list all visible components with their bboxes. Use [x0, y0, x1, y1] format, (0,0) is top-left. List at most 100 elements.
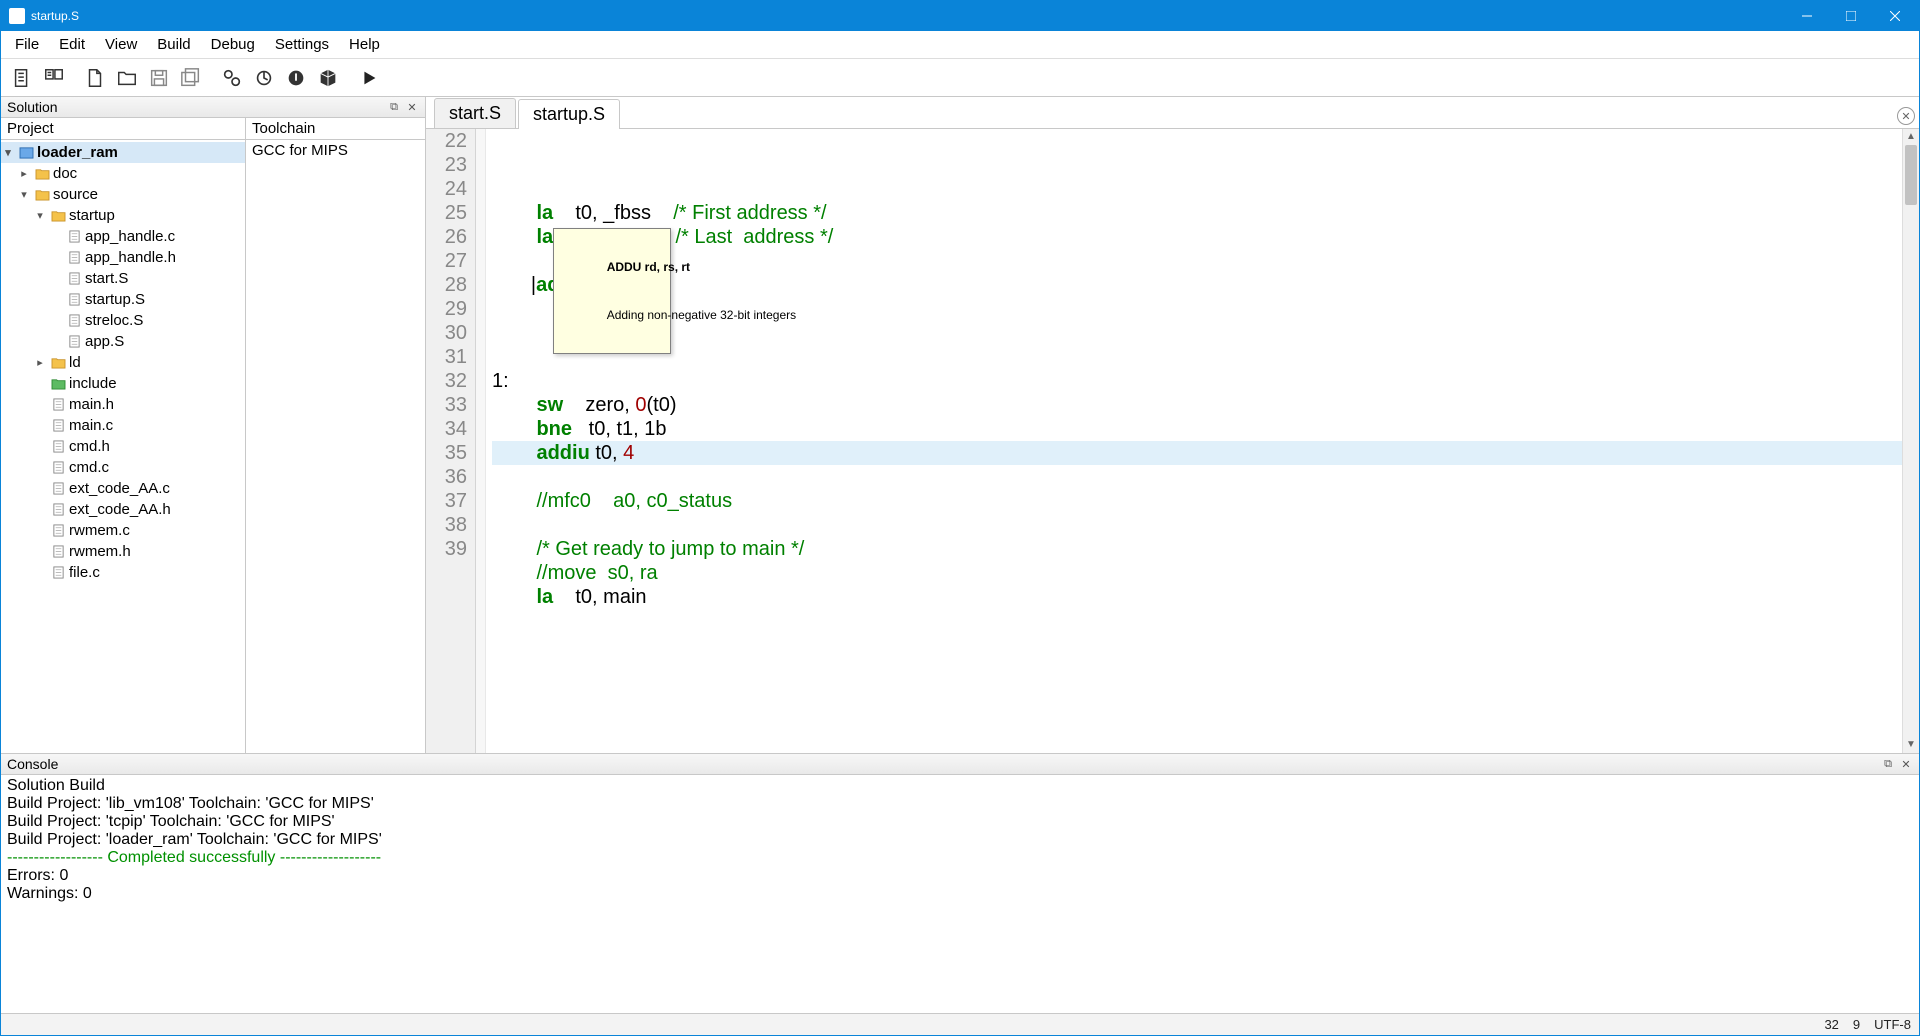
- body-area: Solution ⧉ ✕ Project Toolchain ▾loader_r…: [1, 97, 1919, 1013]
- project-columns-header: Project Toolchain: [1, 118, 425, 140]
- panel-pin-icon[interactable]: ⧉: [387, 100, 401, 114]
- open-file-button[interactable]: [80, 63, 110, 93]
- window-title: startup.S: [31, 9, 1785, 23]
- solution-title-label: Solution: [7, 99, 58, 115]
- tree-item-startup[interactable]: ▾startup: [1, 205, 245, 226]
- save-all-button[interactable]: [176, 63, 206, 93]
- save-button[interactable]: [144, 63, 174, 93]
- run-button[interactable]: [354, 63, 384, 93]
- maximize-button[interactable]: [1829, 2, 1873, 30]
- tree-item-main-h[interactable]: main.h: [1, 394, 245, 415]
- titlebar: startup.S: [1, 1, 1919, 31]
- tree-item-app_handle-h[interactable]: app_handle.h: [1, 247, 245, 268]
- code-line-34[interactable]: //mfc0 a0, c0_status: [492, 489, 1902, 513]
- solution-panel: Solution ⧉ ✕ Project Toolchain ▾loader_r…: [1, 97, 426, 753]
- tree-item-doc[interactable]: ▸doc: [1, 163, 245, 184]
- status-line: 32: [1824, 1017, 1838, 1032]
- code-line-38[interactable]: la t0, main: [492, 585, 1902, 609]
- main-split: Solution ⧉ ✕ Project Toolchain ▾loader_r…: [1, 97, 1919, 753]
- menu-debug[interactable]: Debug: [201, 32, 265, 57]
- console-line: Solution Build: [7, 777, 1913, 795]
- scroll-down-icon[interactable]: ▼: [1903, 737, 1919, 753]
- tree-item-startup-S[interactable]: startup.S: [1, 289, 245, 310]
- editor-scrollbar[interactable]: ▲ ▼: [1902, 129, 1919, 753]
- menu-view[interactable]: View: [95, 32, 147, 57]
- app-icon: [9, 8, 25, 24]
- console-title-label: Console: [7, 756, 58, 772]
- close-button[interactable]: [1873, 2, 1917, 30]
- console-line: Errors: 0: [7, 867, 1913, 885]
- toolchain-value: GCC for MIPS: [246, 140, 425, 753]
- open-folder-button[interactable]: [112, 63, 142, 93]
- app-window: startup.S FileEditViewBuildDebugSettings…: [0, 0, 1920, 1036]
- code-line-29[interactable]: 1:: [492, 369, 1902, 393]
- tree-item-main-c[interactable]: main.c: [1, 415, 245, 436]
- tree-item-start-S[interactable]: start.S: [1, 268, 245, 289]
- menu-help[interactable]: Help: [339, 32, 390, 57]
- scroll-thumb[interactable]: [1905, 145, 1917, 205]
- code-area[interactable]: 222324252627282930313233343536373839 ADD…: [426, 129, 1919, 753]
- tree-item-app-S[interactable]: app.S: [1, 331, 245, 352]
- tree-item-source[interactable]: ▾source: [1, 184, 245, 205]
- code-line-31[interactable]: bne t0, t1, 1b: [492, 417, 1902, 441]
- line-gutter: 222324252627282930313233343536373839: [426, 129, 476, 753]
- console-line: Warnings: 0: [7, 885, 1913, 903]
- menu-settings[interactable]: Settings: [265, 32, 339, 57]
- rebuild-button[interactable]: [249, 63, 279, 93]
- tab-startup-S[interactable]: startup.S: [518, 99, 620, 129]
- code-line-25[interactable]: |addu t1, 3: [492, 273, 1902, 297]
- code-line-39[interactable]: [492, 609, 1902, 633]
- code-line-23[interactable]: la t1, _end /* Last address */: [492, 225, 1902, 249]
- tree-item-rwmem-c[interactable]: rwmem.c: [1, 520, 245, 541]
- scroll-up-icon[interactable]: ▲: [1903, 129, 1919, 145]
- code-body[interactable]: ADDU rd, rs, rt Adding non-negative 32-b…: [486, 129, 1902, 753]
- clean-button[interactable]: [281, 63, 311, 93]
- code-line-33[interactable]: [492, 465, 1902, 489]
- code-line-37[interactable]: //move s0, ra: [492, 561, 1902, 585]
- tree-item-ld[interactable]: ▸ld: [1, 352, 245, 373]
- new-file-button[interactable]: [7, 63, 37, 93]
- status-encoding: UTF-8: [1874, 1017, 1911, 1032]
- project-tree[interactable]: ▾loader_ram▸doc▾source▾startupapp_handle…: [1, 140, 246, 753]
- tree-item-include[interactable]: include: [1, 373, 245, 394]
- package-button[interactable]: [313, 63, 343, 93]
- menu-edit[interactable]: Edit: [49, 32, 95, 57]
- code-line-36[interactable]: /* Get ready to jump to main */: [492, 537, 1902, 561]
- status-col: 9: [1853, 1017, 1860, 1032]
- tree-item-cmd-h[interactable]: cmd.h: [1, 436, 245, 457]
- tree-item-app_handle-c[interactable]: app_handle.c: [1, 226, 245, 247]
- menu-file[interactable]: File: [5, 32, 49, 57]
- tree-item-file-c[interactable]: file.c: [1, 562, 245, 583]
- console-line: Build Project: 'tcpip' Toolchain: 'GCC f…: [7, 813, 1913, 831]
- code-line-32[interactable]: addiu t0, 4: [492, 441, 1902, 465]
- code-line-22[interactable]: la t0, _fbss /* First address */: [492, 201, 1902, 225]
- tab-start-S[interactable]: start.S: [434, 98, 516, 128]
- tree-item-streloc-S[interactable]: streloc.S: [1, 310, 245, 331]
- toolbar: [1, 59, 1919, 97]
- solution-panel-title: Solution ⧉ ✕: [1, 97, 425, 118]
- tree-item-ext_code_AA-h[interactable]: ext_code_AA.h: [1, 499, 245, 520]
- code-line-35[interactable]: [492, 513, 1902, 537]
- menu-build[interactable]: Build: [147, 32, 200, 57]
- code-line-27[interactable]: t2: [492, 321, 1902, 345]
- console-pin-icon[interactable]: ⧉: [1881, 757, 1895, 771]
- code-line-28[interactable]: [492, 345, 1902, 369]
- fold-strip: [476, 129, 486, 753]
- minimize-button[interactable]: [1785, 2, 1829, 30]
- tree-item-cmd-c[interactable]: cmd.c: [1, 457, 245, 478]
- build-button[interactable]: [217, 63, 247, 93]
- tree-item-loader_ram[interactable]: ▾loader_ram: [1, 142, 245, 163]
- tooltip-title: ADDU rd, rs, rt: [607, 260, 690, 274]
- console-close-icon[interactable]: ✕: [1899, 757, 1913, 771]
- code-line-24[interactable]: [492, 249, 1902, 273]
- tabs-close-icon[interactable]: ✕: [1897, 107, 1915, 125]
- tree-item-rwmem-h[interactable]: rwmem.h: [1, 541, 245, 562]
- tree-item-ext_code_AA-c[interactable]: ext_code_AA.c: [1, 478, 245, 499]
- new-project-button[interactable]: [39, 63, 69, 93]
- menubar: FileEditViewBuildDebugSettingsHelp: [1, 31, 1919, 59]
- console-output[interactable]: Solution BuildBuild Project: 'lib_vm108'…: [1, 775, 1919, 1013]
- panel-close-icon[interactable]: ✕: [405, 100, 419, 114]
- console-panel: Console ⧉ ✕ Solution BuildBuild Project:…: [1, 753, 1919, 1013]
- console-line: ------------------ Completed successfull…: [7, 849, 1913, 867]
- code-line-30[interactable]: sw zero, 0(t0): [492, 393, 1902, 417]
